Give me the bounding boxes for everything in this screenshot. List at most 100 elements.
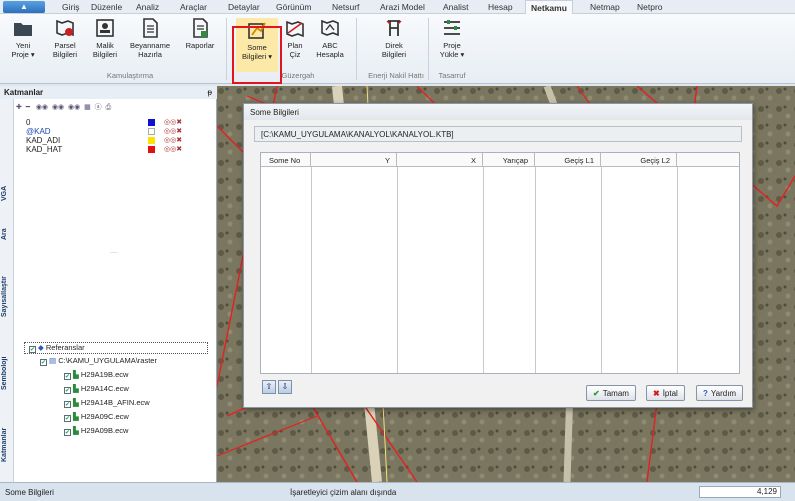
tree-folder[interactable]: ✔ ▤ C:\KAMU_UYGULAMA\raster xyxy=(40,356,157,366)
column-header[interactable]: X xyxy=(397,153,483,167)
vtab-vga[interactable]: VGA xyxy=(1,179,13,207)
tree-file[interactable]: ✔ ▙ H29A09C.ecw xyxy=(64,412,129,422)
tab-arazi-model[interactable]: Arazi Model xyxy=(380,2,425,12)
tree-root-referanslar[interactable]: ✔ ◆ Referanslar xyxy=(24,342,208,354)
group-label-kamulastirma: Kamulaştırma xyxy=(106,71,154,80)
raster-icon: ▙ xyxy=(73,398,79,407)
tree-file[interactable]: ✔ ▙ H29A19B.ecw xyxy=(64,370,128,380)
vtab-ara[interactable]: Ara xyxy=(1,219,13,249)
tree-file[interactable]: ✔ ▙ H29A14B_AFIN.ecw xyxy=(64,398,150,408)
highlight-box xyxy=(232,26,282,84)
remove-layer-icon[interactable]: ━ xyxy=(26,104,30,111)
document-icon xyxy=(143,18,158,38)
layer-color-swatch[interactable] xyxy=(148,128,155,135)
column-header[interactable]: Geçiş L2 xyxy=(601,153,677,167)
calculator-map-icon xyxy=(321,19,339,37)
lock-icon[interactable]: ◉◉ xyxy=(52,104,64,111)
raster-icon: ▙ xyxy=(73,384,79,393)
tab-araclar[interactable]: Araçlar xyxy=(180,2,207,12)
tab-duzenle[interactable]: Düzenle xyxy=(91,2,122,12)
reference-tree: ✔ ◆ Referanslar ✔ ▤ C:\KAMU_UYGULAMA\raste… xyxy=(14,340,216,480)
layer-state-icon[interactable]: ◎◎✖ xyxy=(164,136,182,144)
raporlar-button[interactable]: Raporlar xyxy=(182,18,218,50)
group-label-tasarruf: Tasarruf xyxy=(438,71,466,80)
column-header[interactable]: Y xyxy=(311,153,397,167)
layer-color-swatch[interactable] xyxy=(148,119,155,126)
tab-netsurf[interactable]: Netsurf xyxy=(332,2,359,12)
power-pole-icon xyxy=(386,20,402,36)
yeni-proje-button[interactable]: Yeni Proje ▾ xyxy=(6,18,40,59)
ribbon-separator xyxy=(356,18,357,80)
coordinate-field[interactable]: 4,129 xyxy=(699,486,781,498)
move-up-button[interactable]: ⇧ xyxy=(262,380,276,394)
some-data-grid[interactable]: Some No Y X Yarıçap Geçiş L1 Geçiş L2 xyxy=(260,152,740,374)
layer-row[interactable]: 0 xyxy=(26,118,30,127)
iptal-button[interactable]: ✖ İptal xyxy=(646,385,685,401)
tab-analiz[interactable]: Analiz xyxy=(136,2,159,12)
layer-row[interactable]: KAD_HAT xyxy=(26,145,62,154)
direk-bilgileri-button[interactable]: Direk Bilgileri xyxy=(368,18,420,59)
plan-ciz-button[interactable]: Plan Çiz xyxy=(282,18,308,59)
tree-file[interactable]: ✔ ▙ H29A09B.ecw xyxy=(64,426,128,436)
beyanname-hazirla-button[interactable]: Beyanname Hazırla xyxy=(128,18,172,59)
column-header[interactable]: Geçiş L1 xyxy=(535,153,601,167)
abc-hesapla-button[interactable]: ABC Hesapla xyxy=(312,18,348,59)
proje-yukle-button[interactable]: Proje Yükle ▾ xyxy=(436,18,468,59)
column-line xyxy=(483,167,484,373)
column-header[interactable]: Yarıçap xyxy=(483,153,535,167)
tab-analist[interactable]: Analist xyxy=(443,2,469,12)
tamam-button[interactable]: ✔ Tamam xyxy=(586,385,636,401)
grid-icon[interactable]: ▦ xyxy=(84,104,91,111)
tab-hesap[interactable]: Hesap xyxy=(488,2,513,12)
panel-title: Katmanlar xyxy=(4,88,44,97)
check-icon: ✔ xyxy=(593,389,600,398)
layer-color-swatch[interactable] xyxy=(148,146,155,153)
tab-netpro[interactable]: Netpro xyxy=(637,2,663,12)
layer-state-icon[interactable]: ◎◎✖ xyxy=(164,127,182,135)
tree-file[interactable]: ✔ ▙ H29A14C.ecw xyxy=(64,384,129,394)
vtab-semboloji[interactable]: Semboloji xyxy=(1,345,13,401)
column-line xyxy=(601,167,602,373)
column-line xyxy=(397,167,398,373)
raster-icon: ▙ xyxy=(73,370,79,379)
layer-state-icon[interactable]: ◎◎✖ xyxy=(164,145,182,153)
tab-netkamu[interactable]: Netkamu xyxy=(525,0,573,15)
parsel-bilgileri-button[interactable]: Parsel Bilgileri xyxy=(48,18,82,59)
plan-drawing-icon xyxy=(286,20,304,38)
layer-toolbar: ✚ ━ ◉◉ ◉◉ ◉◉ ▦ ⓐ ⎙ xyxy=(16,102,212,114)
group-label-enerji: Enerji Nakil Hattı xyxy=(368,71,424,80)
status-message: İşaretleyici çizim alanı dışında xyxy=(290,488,397,497)
layer-color-swatch[interactable] xyxy=(148,137,155,144)
column-line xyxy=(535,167,536,373)
some-bilgileri-dialog: Some Bilgileri [C:\KAMU_UYGULAMA\KANALYO… xyxy=(243,103,753,408)
tab-detaylar[interactable]: Detaylar xyxy=(228,2,260,12)
folder-icon xyxy=(14,23,32,36)
layer-row[interactable]: KAD_ADI xyxy=(26,136,60,145)
column-line xyxy=(311,167,312,373)
status-bar: Some Bilgileri İşaretleyici çizim alanı … xyxy=(0,482,795,501)
column-header[interactable]: Some No xyxy=(261,153,311,167)
tab-giris[interactable]: Giriş xyxy=(62,2,79,12)
vtab-katmanlar[interactable]: Katmanlar xyxy=(1,415,13,475)
application-menu-button[interactable]: ▲ xyxy=(3,1,45,13)
move-down-button[interactable]: ⇩ xyxy=(278,380,292,394)
add-layer-icon[interactable]: ✚ xyxy=(16,104,22,111)
yardim-button[interactable]: ? Yardım xyxy=(696,385,744,401)
column-header xyxy=(677,153,739,167)
tab-gorunum[interactable]: Görünüm xyxy=(276,2,311,12)
ribbon-tab-bar: ▲ Giriş Düzenle Analiz Araçlar Detaylar … xyxy=(0,0,795,15)
raster-icon: ▙ xyxy=(73,426,79,435)
visibility-icon[interactable]: ◉◉ xyxy=(36,104,48,111)
layer-state-icon[interactable]: ◎◎✖ xyxy=(164,118,182,126)
filter-icon[interactable]: ◉◉ xyxy=(68,104,80,111)
vtab-sayisallastir[interactable]: Sayısallaştır xyxy=(1,259,13,335)
print-icon[interactable]: ⎙ xyxy=(106,104,112,111)
pin-icon[interactable]: ᵽ xyxy=(208,88,212,97)
cancel-icon: ✖ xyxy=(653,389,660,398)
malik-bilgileri-button[interactable]: Malik Bilgileri xyxy=(88,18,122,59)
all-icon[interactable]: ⓐ xyxy=(95,104,102,111)
tab-netmap[interactable]: Netmap xyxy=(590,2,620,12)
layer-row[interactable]: @KAD xyxy=(26,127,51,136)
ribbon-panel: Yeni Proje ▾ Parsel Bilgileri Malik Bilg… xyxy=(0,14,795,84)
splitter-handle[interactable]: .... xyxy=(110,248,118,255)
